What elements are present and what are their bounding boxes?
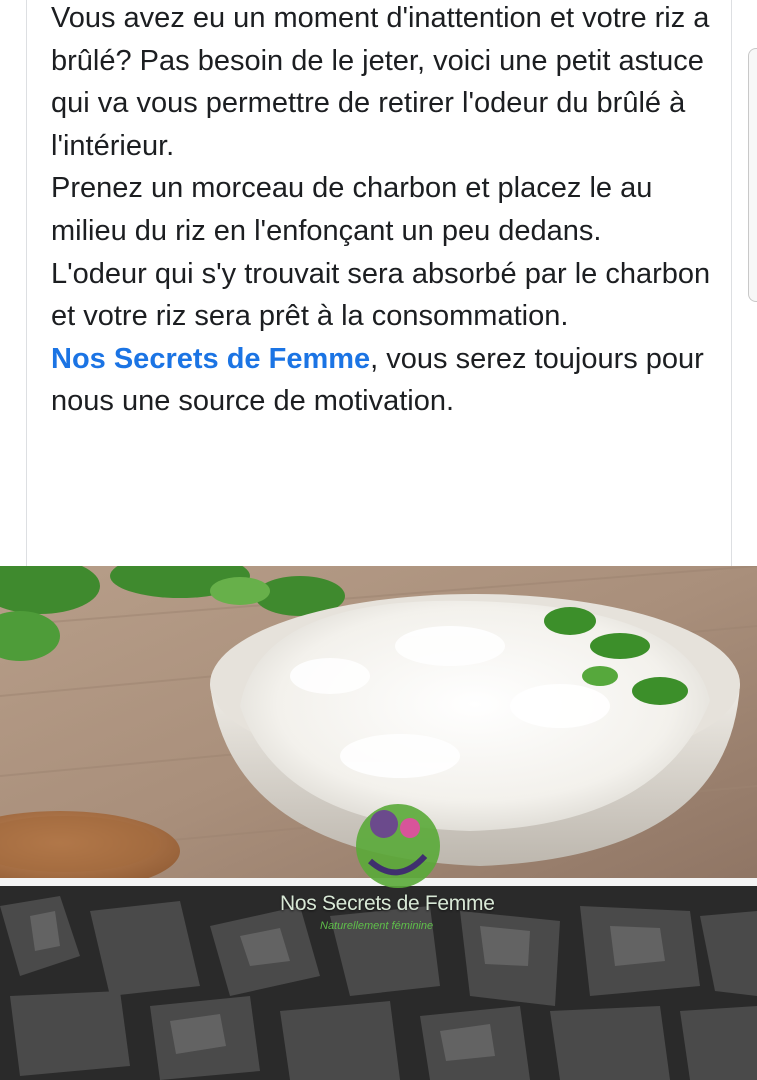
rice-charcoal-photo [0, 566, 757, 1080]
watermark-tagline: Naturellement féminine [320, 920, 434, 932]
post-paragraph: Nos Secrets de Femme, vous serez toujour… [51, 338, 721, 423]
post-paragraph: L'odeur qui s'y trouvait sera absorbé pa… [51, 257, 711, 333]
post-paragraph: Prenez un morceau de charbon et placez l… [51, 172, 653, 247]
nos-secrets-logo [356, 804, 440, 888]
watermark-name: Nos Secrets de Femme [280, 892, 495, 915]
page-mention-link[interactable]: Nos Secrets de Femme [51, 343, 370, 375]
post-paragraph: Vous avez eu un moment d'inattention et … [51, 2, 710, 162]
side-panel-handle[interactable] [748, 48, 757, 302]
post-body: Vous avez eu un moment d'inattention et … [51, 0, 721, 423]
post-photo[interactable] [0, 566, 757, 1080]
